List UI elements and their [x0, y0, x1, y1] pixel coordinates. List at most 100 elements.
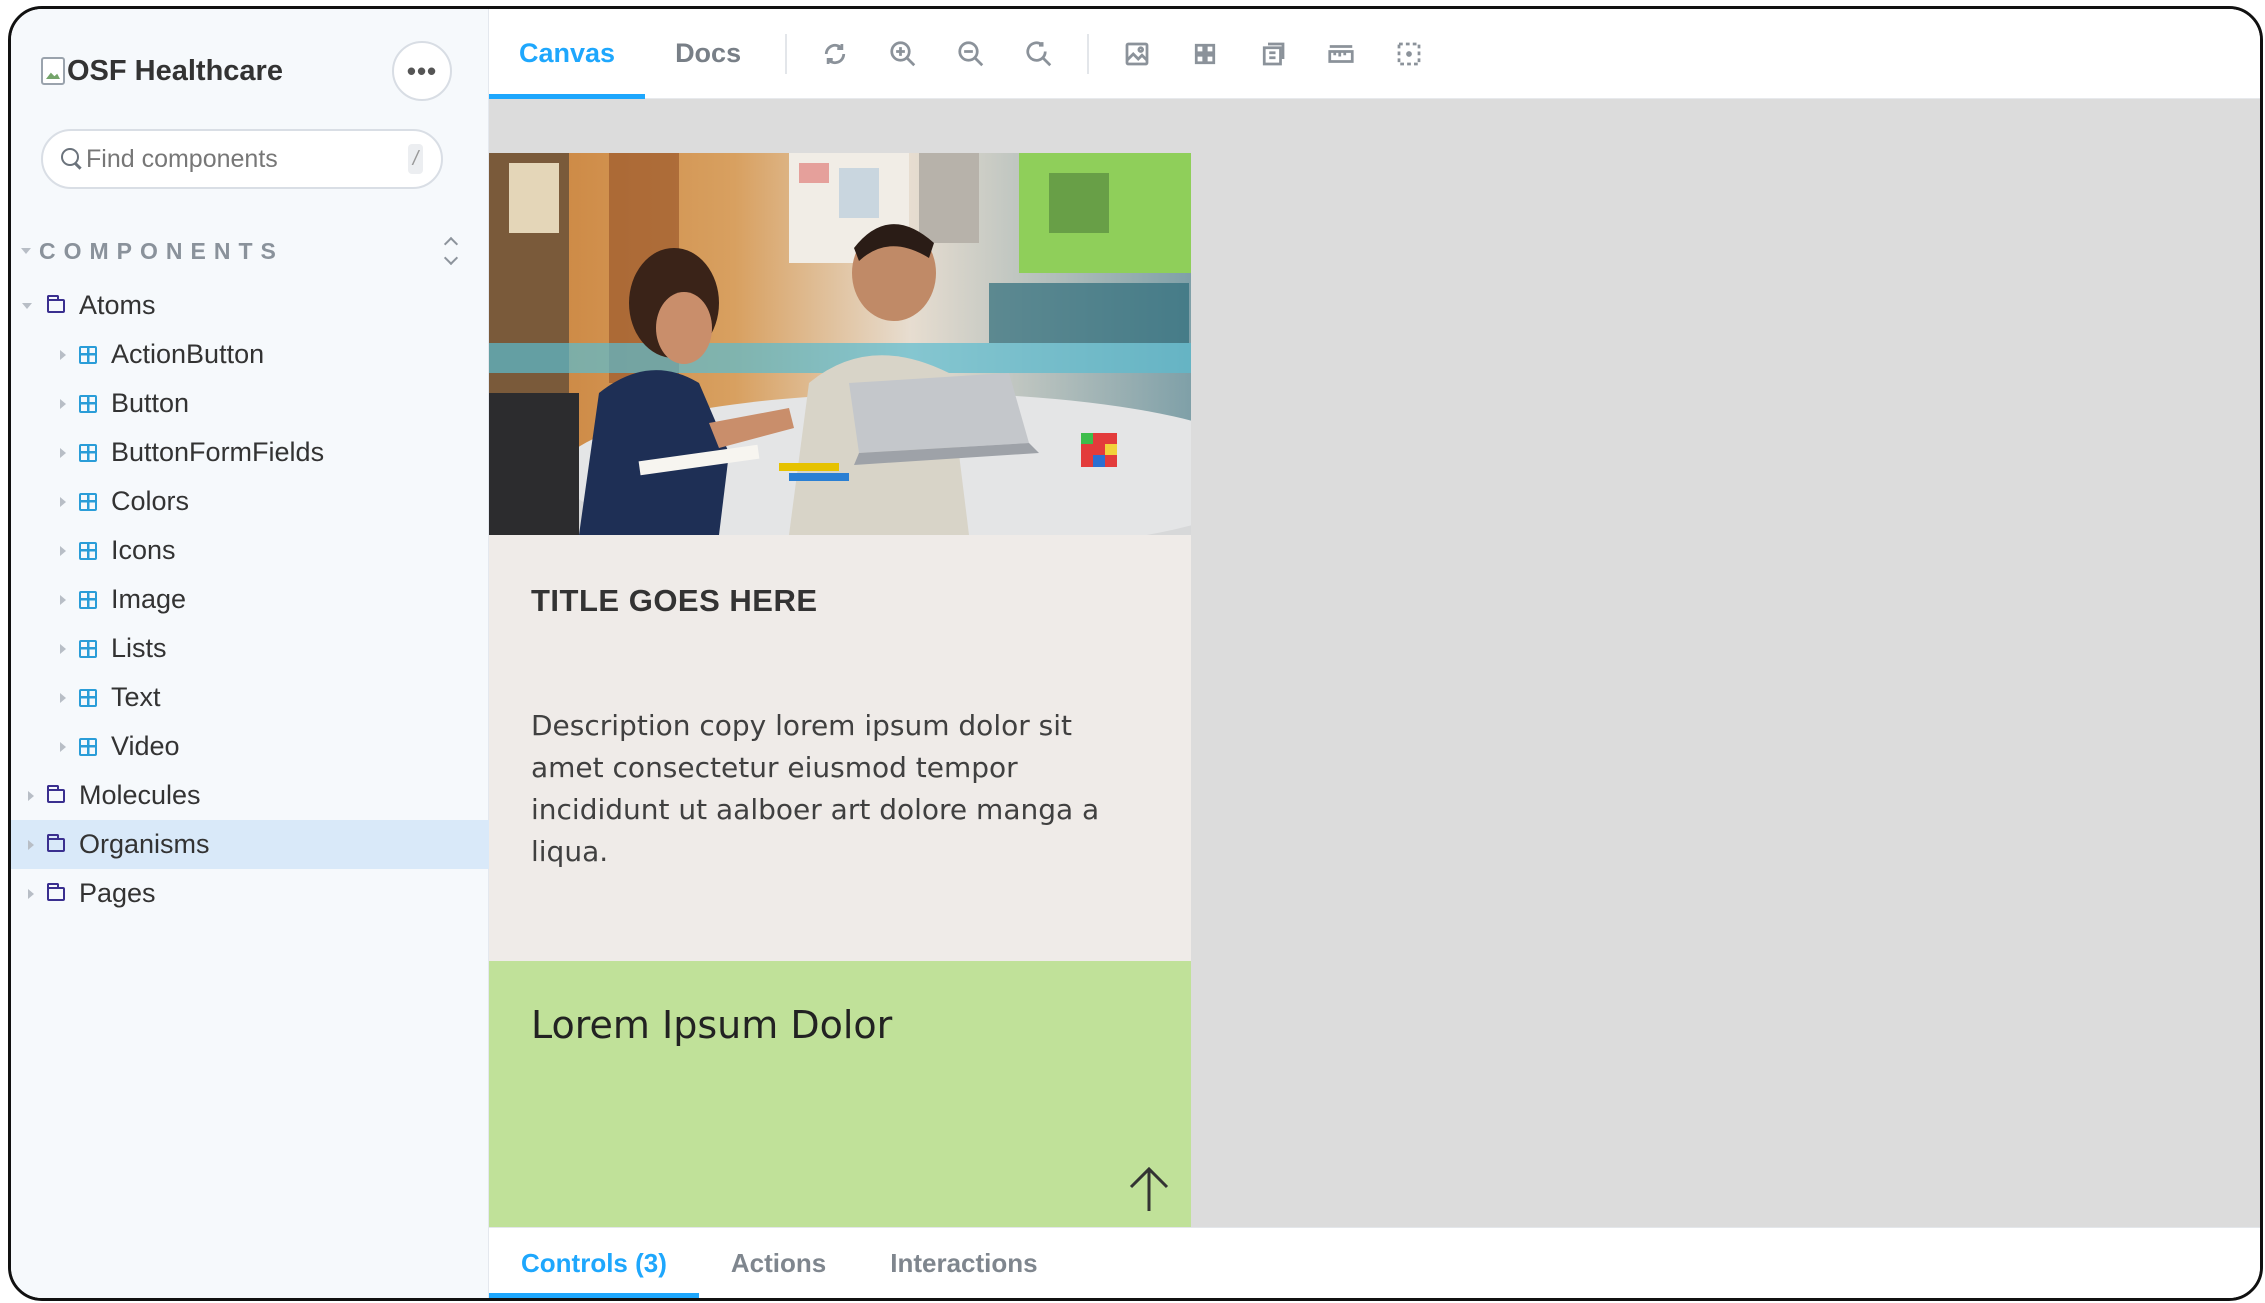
caret-down-icon: [21, 248, 31, 254]
tree-item-lists[interactable]: Lists: [11, 624, 489, 673]
caret-right-icon: [28, 839, 34, 850]
tree-item-molecules[interactable]: Molecules: [11, 771, 489, 820]
zoom-reset-icon: [1026, 40, 1052, 66]
component-icon: [79, 541, 97, 560]
sidebar: OSF Healthcare ••• / COMPONENTS Atoms: [11, 9, 489, 1298]
zoom-in-icon: [890, 40, 916, 66]
viewport-button[interactable]: [1249, 30, 1297, 78]
caret-right-icon: [28, 790, 34, 801]
zoom-out-icon: [958, 40, 984, 66]
caret-down-icon: [22, 302, 32, 309]
tree-item-label: Video: [111, 731, 180, 761]
grid-button[interactable]: [1181, 30, 1229, 78]
tab-interactions[interactable]: Interactions: [858, 1228, 1069, 1298]
zoom-reset-button[interactable]: [1015, 30, 1063, 78]
tab-canvas[interactable]: Canvas: [489, 9, 646, 99]
zoom-out-button[interactable]: [947, 30, 995, 78]
search-box[interactable]: /: [41, 129, 443, 189]
caret-right-icon: [60, 398, 66, 409]
components-section-header[interactable]: COMPONENTS: [21, 231, 461, 271]
caret-right-icon: [60, 692, 66, 703]
folder-icon: [46, 882, 65, 901]
toolbar-divider: [1087, 33, 1090, 74]
component-icon: [79, 443, 97, 462]
caret-right-icon: [60, 741, 66, 752]
outline-button[interactable]: [1385, 30, 1433, 78]
grid-icon: [1194, 43, 1216, 64]
app-window: OSF Healthcare ••• / COMPONENTS Atoms: [8, 6, 2263, 1301]
tree-item-icons[interactable]: Icons: [11, 526, 489, 575]
tree-item-label: Atoms: [79, 290, 156, 320]
card-title: TITLE GOES HERE: [531, 583, 818, 618]
arrow-up-icon: [1129, 1166, 1169, 1211]
brand-row: OSF Healthcare •••: [41, 41, 452, 101]
tab-controls[interactable]: Controls (3): [489, 1228, 699, 1298]
tree-item-video[interactable]: Video: [11, 722, 489, 771]
tree-item-label: Button: [111, 388, 190, 418]
viewport-icon: [1262, 42, 1285, 65]
tree-item-label: Pages: [79, 878, 156, 908]
outline-icon: [1397, 42, 1421, 65]
reload-icon: [824, 43, 846, 64]
tree-item-text[interactable]: Text: [11, 673, 489, 722]
measure-button[interactable]: [1317, 30, 1365, 78]
component-icon: [79, 639, 97, 658]
scroll-up-button[interactable]: [1125, 1163, 1173, 1215]
tree-item-label: Colors: [111, 486, 190, 516]
folder-icon: [46, 833, 65, 852]
tree-item-image[interactable]: Image: [11, 575, 489, 624]
search-icon: [61, 148, 79, 170]
content-card: TITLE GOES HERE Description copy lorem i…: [489, 153, 1191, 1227]
caret-right-icon: [60, 594, 66, 605]
measure-icon: [1328, 44, 1354, 63]
caret-right-icon: [60, 545, 66, 556]
search-input[interactable]: [86, 144, 408, 174]
tree-item-organisms[interactable]: Organisms: [11, 820, 489, 869]
card-body: TITLE GOES HERE Description copy lorem i…: [489, 535, 1191, 961]
tree-item-label: Text: [111, 682, 161, 712]
folder-icon: [46, 294, 65, 313]
tree-item-colors[interactable]: Colors: [11, 477, 489, 526]
expand-collapse-icon[interactable]: [441, 236, 461, 266]
caret-right-icon: [28, 888, 34, 899]
background-icon: [1125, 42, 1149, 65]
tab-docs[interactable]: Docs: [645, 9, 771, 99]
toolbar: Canvas Docs: [489, 9, 2260, 99]
background-button[interactable]: [1113, 30, 1161, 78]
caret-right-icon: [60, 447, 66, 458]
broken-image-icon: [41, 57, 65, 85]
tree-item-buttonformfields[interactable]: ButtonFormFields: [11, 428, 489, 477]
tree-item-label: ActionButton: [111, 339, 265, 369]
card-footer[interactable]: Lorem Ipsum Dolor: [489, 961, 1191, 1227]
component-icon: [79, 590, 97, 609]
tree-item-pages[interactable]: Pages: [11, 869, 489, 918]
caret-right-icon: [60, 496, 66, 507]
reload-button[interactable]: [811, 30, 859, 78]
tree-item-label: Organisms: [79, 829, 210, 859]
component-icon: [79, 394, 97, 413]
shortcut-key-badge: /: [408, 144, 423, 174]
tree-item-label: Lists: [111, 633, 167, 663]
tree-item-label: Icons: [111, 535, 176, 565]
brand-name: OSF Healthcare: [67, 54, 283, 87]
zoom-in-button[interactable]: [879, 30, 927, 78]
preview-canvas[interactable]: TITLE GOES HERE Description copy lorem i…: [489, 99, 2260, 1227]
component-tree: Atoms ActionButton Button ButtonFormFiel…: [11, 281, 489, 918]
tree-item-actionbutton[interactable]: ActionButton: [11, 330, 489, 379]
caret-right-icon: [60, 349, 66, 360]
tree-item-label: Molecules: [79, 780, 201, 810]
card-footer-title: Lorem Ipsum Dolor: [531, 1003, 893, 1047]
caret-right-icon: [60, 643, 66, 654]
tree-item-atoms[interactable]: Atoms: [11, 281, 489, 330]
more-options-button[interactable]: •••: [392, 41, 452, 101]
card-photo: [489, 153, 1191, 535]
component-icon: [79, 345, 97, 364]
toolbar-divider: [785, 33, 788, 74]
tree-item-label: Image: [111, 584, 187, 614]
card-description: Description copy lorem ipsum dolor sit a…: [531, 709, 1100, 868]
tab-actions[interactable]: Actions: [699, 1228, 858, 1298]
office-photo-image: [489, 153, 1191, 535]
tree-item-button[interactable]: Button: [11, 379, 489, 428]
section-title: COMPONENTS: [39, 237, 284, 264]
brand-logo[interactable]: OSF Healthcare: [41, 55, 283, 88]
